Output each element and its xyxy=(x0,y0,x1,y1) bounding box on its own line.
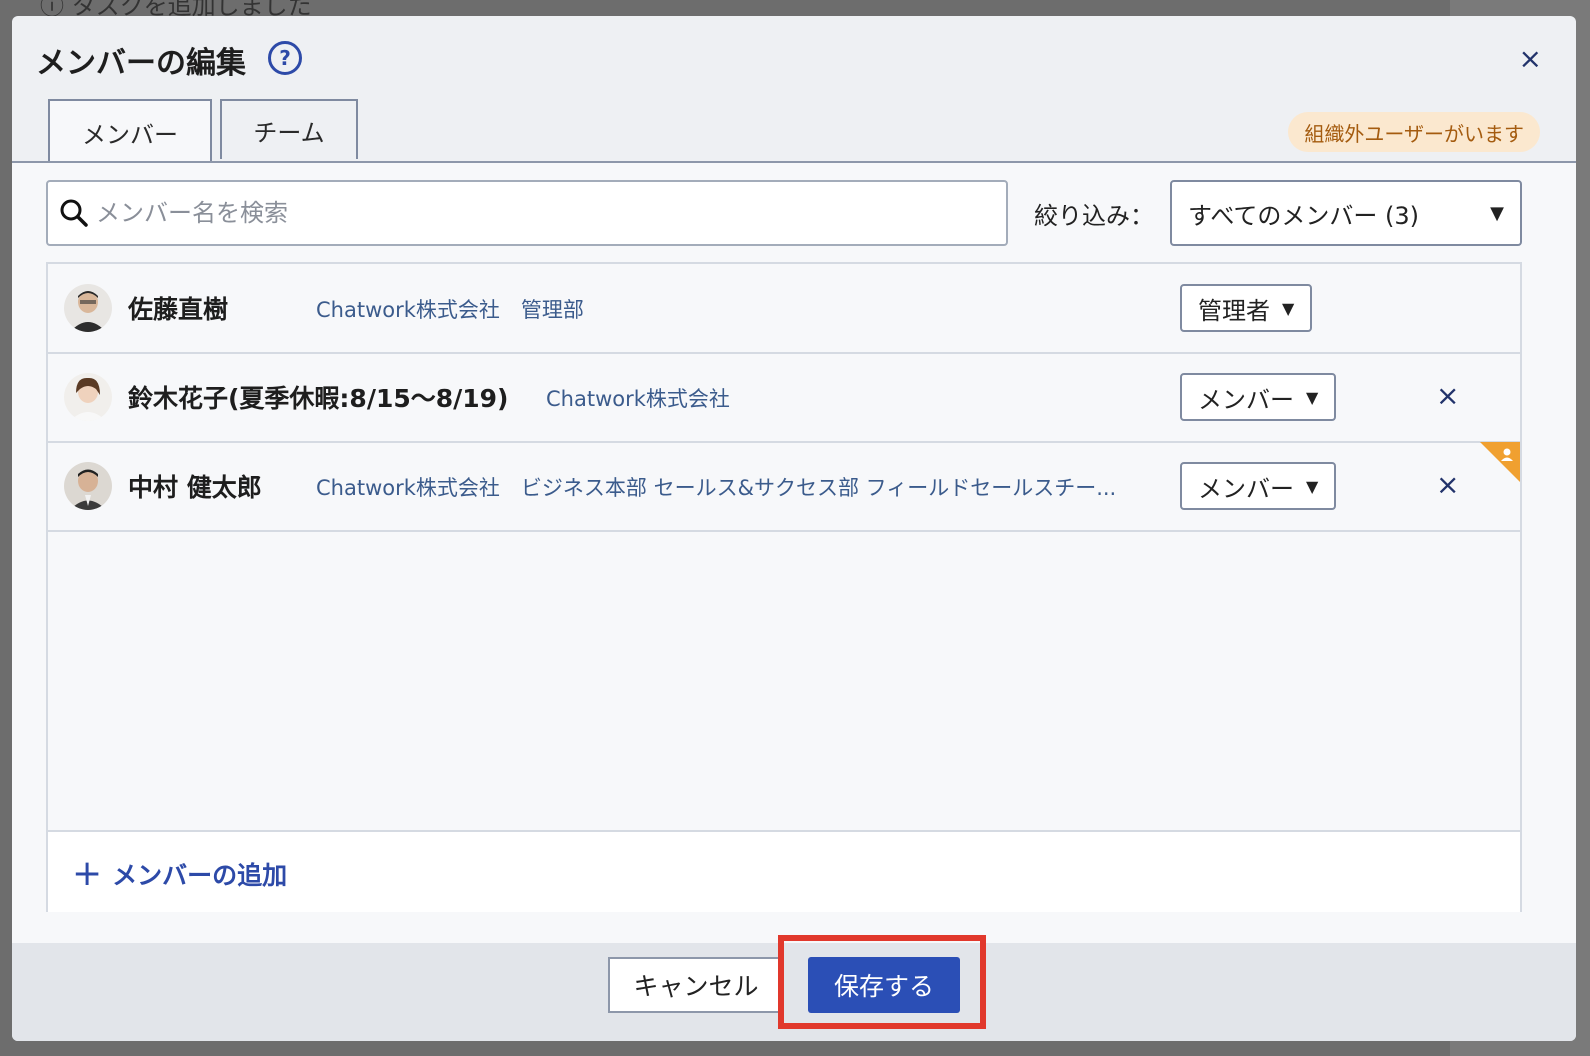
tab-teams[interactable]: チーム xyxy=(220,99,358,159)
role-value: 管理者 xyxy=(1198,296,1270,325)
dialog-title: メンバーの編集 xyxy=(36,46,246,81)
avatar xyxy=(64,462,112,510)
member-name: 中村 健太郎 xyxy=(128,473,262,502)
avatar xyxy=(64,373,112,421)
search-box[interactable] xyxy=(46,180,1008,246)
add-member-area: + メンバーの追加 xyxy=(48,830,1520,912)
avatar xyxy=(64,284,112,332)
member-row: 佐藤直樹 Chatwork株式会社 管理部 管理者 ▼ xyxy=(48,264,1520,354)
role-select[interactable]: メンバー ▼ xyxy=(1180,373,1337,421)
role-value: メンバー xyxy=(1198,474,1294,503)
member-row: 鈴木花子(夏季休暇:8/15〜8/19) Chatwork株式会社 メンバー ▼… xyxy=(48,353,1520,443)
remove-member-icon[interactable]: × xyxy=(1436,379,1459,412)
member-org: Chatwork株式会社 xyxy=(546,387,730,411)
cancel-button[interactable]: キャンセル xyxy=(608,957,784,1013)
dialog-body: 絞り込み： すべてのメンバー (3) ▼ 佐藤直樹 Chatwork株式会社 管… xyxy=(12,163,1576,943)
role-select[interactable]: メンバー ▼ xyxy=(1180,462,1337,510)
external-user-icon xyxy=(1480,442,1520,482)
remove-member-icon[interactable]: × xyxy=(1436,468,1459,501)
member-org: Chatwork株式会社 管理部 xyxy=(316,298,584,322)
member-list: 佐藤直樹 Chatwork株式会社 管理部 管理者 ▼ 鈴木花子(夏季休暇:8/… xyxy=(46,262,1522,912)
role-value: メンバー xyxy=(1198,385,1294,414)
edit-members-dialog: メンバーの編集 ? × メンバー チーム 組織外ユーザーがいます 絞り込み： す… xyxy=(12,16,1576,1041)
member-org: Chatwork株式会社 ビジネス本部 セールス&サクセス部 フィールドセールス… xyxy=(316,476,1117,500)
member-name: 佐藤直樹 xyxy=(128,295,229,324)
search-input[interactable] xyxy=(94,198,1006,228)
dialog-header: メンバーの編集 ? × メンバー チーム 組織外ユーザーがいます xyxy=(12,16,1576,163)
chevron-down-icon: ▼ xyxy=(1490,202,1504,224)
filter-select[interactable]: すべてのメンバー (3) ▼ xyxy=(1170,180,1522,246)
save-button-highlight xyxy=(778,935,986,1029)
member-row: 中村 健太郎 Chatwork株式会社 ビジネス本部 セールス&サクセス部 フィ… xyxy=(48,442,1520,532)
tab-members[interactable]: メンバー xyxy=(48,99,212,163)
chevron-down-icon: ▼ xyxy=(1282,298,1295,318)
search-icon xyxy=(60,199,88,227)
plus-icon: + xyxy=(72,853,103,894)
role-select[interactable]: 管理者 ▼ xyxy=(1180,284,1313,332)
add-member-label: メンバーの追加 xyxy=(112,861,288,890)
external-users-badge: 組織外ユーザーがいます xyxy=(1288,112,1540,152)
filter-label: 絞り込み： xyxy=(1034,202,1154,230)
member-name: 鈴木花子(夏季休暇:8/15〜8/19) xyxy=(128,384,509,413)
help-icon[interactable]: ? xyxy=(268,41,302,75)
filter-value: すべてのメンバー (3) xyxy=(1188,201,1419,230)
add-member-button[interactable]: + メンバーの追加 xyxy=(72,856,287,892)
chevron-down-icon: ▼ xyxy=(1306,387,1319,407)
chevron-down-icon: ▼ xyxy=(1306,476,1319,496)
close-icon[interactable]: × xyxy=(1519,42,1542,75)
